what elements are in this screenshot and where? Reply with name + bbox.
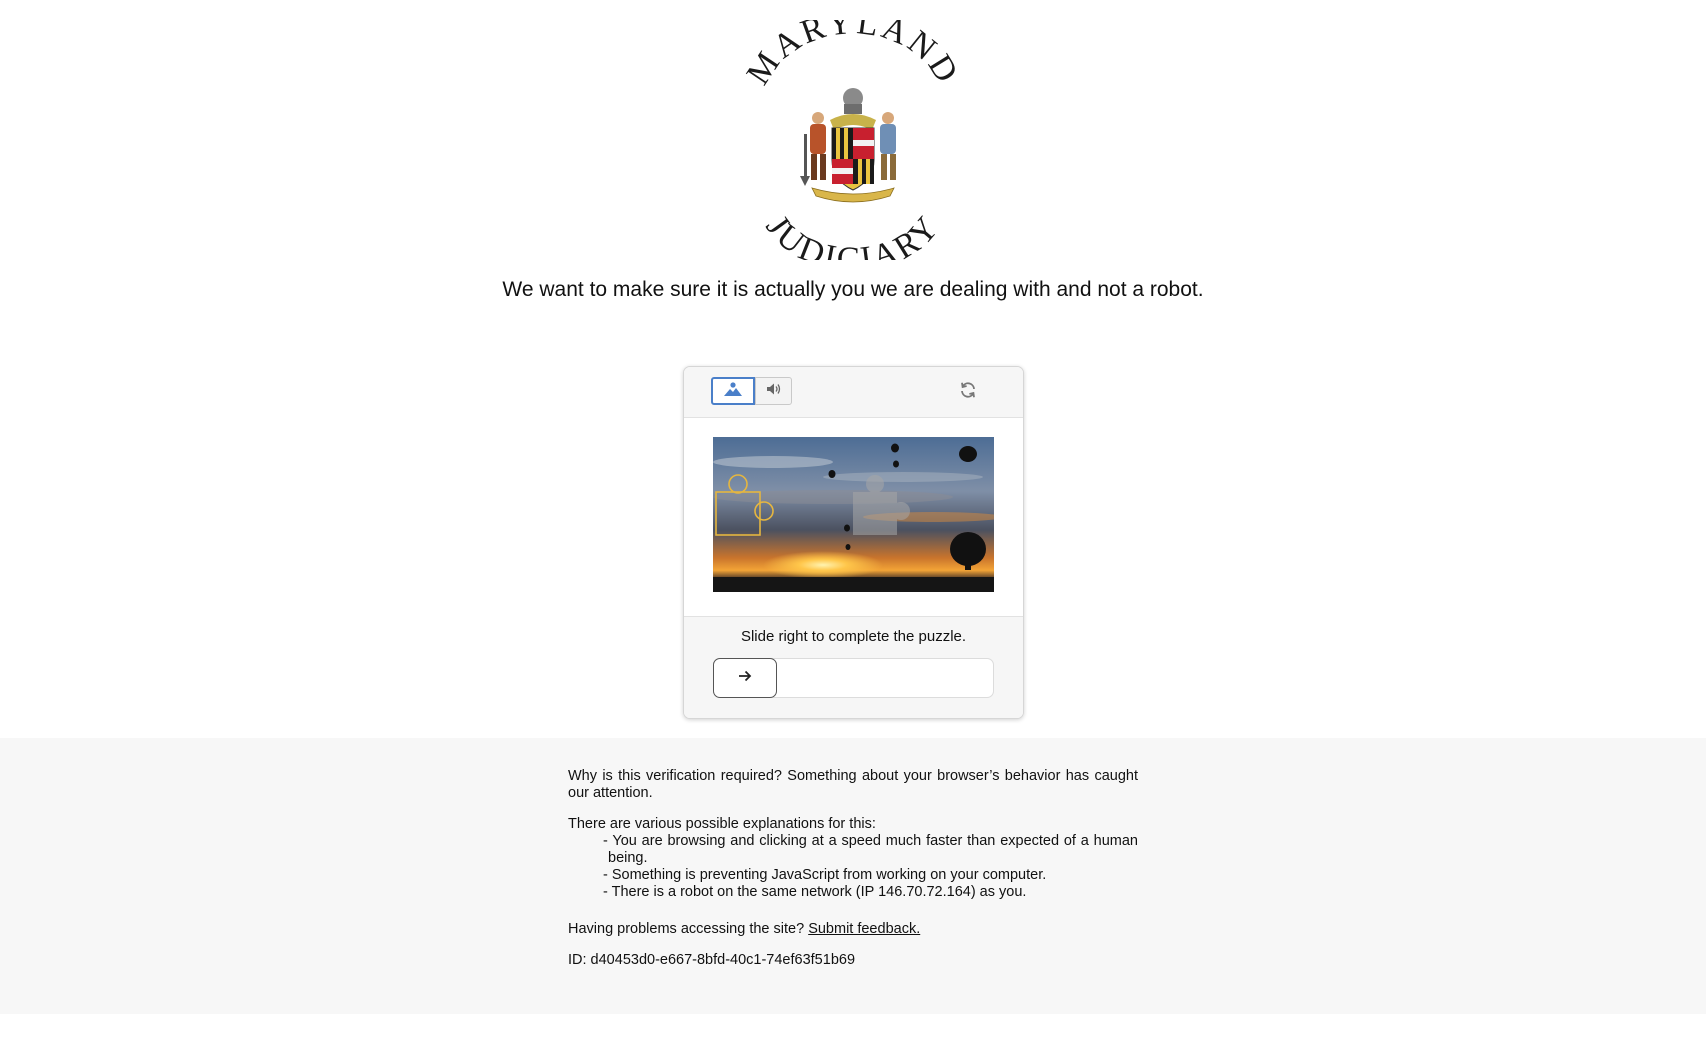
logo-top-text: MARYLAND (740, 20, 963, 91)
maryland-judiciary-logo: MARYLAND JUDICIARY (740, 20, 966, 260)
verification-info: Why is this verification required? Somet… (0, 738, 1706, 1014)
slider-handle[interactable] (713, 658, 777, 698)
speaker-icon (766, 382, 782, 401)
refresh-icon (959, 381, 977, 404)
submit-feedback-link[interactable]: Submit feedback. (808, 921, 920, 937)
image-icon (723, 381, 743, 401)
audio-challenge-button[interactable] (755, 377, 792, 405)
why-verification-text: Why is this verification required? Somet… (568, 768, 1138, 801)
svg-text:MARYLAND: MARYLAND (740, 20, 966, 91)
captcha-widget: Slide right to complete the puzzle. (683, 366, 1024, 719)
svg-text:JUDICIARY: JUDICIARY (759, 208, 948, 260)
slider-area: Slide right to complete the puzzle. (684, 616, 1023, 718)
puzzle-image (713, 437, 994, 592)
reason-item: - There is a robot on the same network (… (603, 884, 1027, 900)
request-id: ID: d40453d0-e667-8bfd-40c1-74ef63f51b69 (568, 952, 856, 968)
explanations-title: There are various possible explanations … (568, 816, 876, 832)
logo-bottom-text: JUDICIARY (759, 208, 945, 260)
verification-headline: We want to make sure it is actually you … (502, 278, 1204, 301)
verification-page: MARYLAND JUDICIARY We want to make sure … (0, 0, 1706, 1043)
image-challenge-button[interactable] (711, 377, 755, 405)
slider-instruction: Slide right to complete the puzzle. (740, 628, 967, 645)
reason-item: - Something is preventing JavaScript fro… (603, 867, 1047, 883)
refresh-button[interactable] (956, 380, 980, 404)
problems-prefix: Having problems accessing the site? (568, 921, 805, 937)
arrow-right-icon (738, 669, 752, 687)
captcha-toolbar (684, 367, 1023, 418)
problems-text: Having problems accessing the site? Subm… (568, 921, 1138, 938)
reason-item: - You are browsing and clicking at a spe… (603, 833, 1138, 866)
